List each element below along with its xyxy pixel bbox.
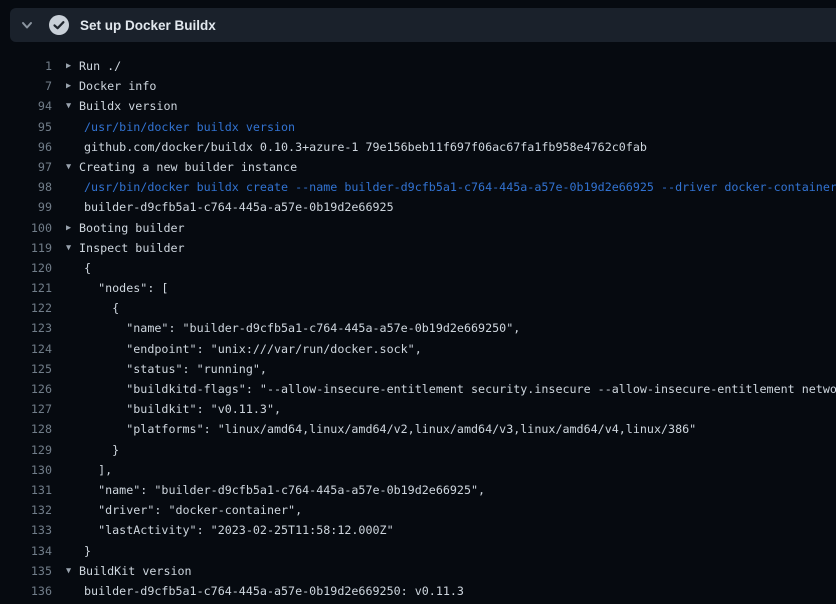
log-line-text: "name": "builder-d9cfb5a1-c764-445a-a57e… [84, 318, 836, 338]
log-line: 94 ▼ Buildx version [0, 96, 836, 116]
log-line: 127 "buildkit": "v0.11.3", [0, 399, 836, 419]
log-line: 132 "driver": "docker-container", [0, 500, 836, 520]
log-line-text: "buildkitd-flags": "--allow-insecure-ent… [84, 379, 836, 399]
log-lines: 1 ▶ Run ./ 7 ▶ Docker info 94 ▼ Buildx v… [0, 42, 836, 604]
log-group-title[interactable]: BuildKit version [79, 561, 836, 581]
chevron-down-icon[interactable] [19, 17, 35, 33]
log-line: 99 builder-d9cfb5a1-c764-445a-a57e-0b19d… [0, 197, 836, 217]
log-line: 98 /usr/bin/docker buildx create --name … [0, 177, 836, 197]
group-toggle-icon[interactable]: ▶ [66, 76, 71, 96]
group-toggle-icon[interactable]: ▶ [66, 218, 71, 238]
log-line-text: { [84, 258, 836, 278]
log-line: 120 { [0, 258, 836, 278]
line-number[interactable]: 131 [0, 480, 52, 500]
group-toggle-icon[interactable]: ▼ [66, 96, 71, 116]
log-group-title[interactable]: Inspect builder [79, 238, 836, 258]
log-line-text: github.com/docker/buildx 0.10.3+azure-1 … [84, 137, 836, 157]
log-line: 100 ▶ Booting builder [0, 218, 836, 238]
line-number[interactable]: 99 [0, 197, 52, 217]
log-line: 131 "name": "builder-d9cfb5a1-c764-445a-… [0, 480, 836, 500]
log-line: 133 "lastActivity": "2023-02-25T11:58:12… [0, 520, 836, 540]
log-line-text: builder-d9cfb5a1-c764-445a-a57e-0b19d2e6… [84, 581, 836, 601]
log-line-text: ], [84, 460, 836, 480]
log-line-text: "platforms": "linux/amd64,linux/amd64/v2… [84, 419, 836, 439]
line-number[interactable]: 100 [0, 218, 52, 238]
log-line-text: /usr/bin/docker buildx create --name bui… [84, 177, 836, 197]
line-number[interactable]: 125 [0, 359, 52, 379]
line-number[interactable]: 7 [0, 76, 52, 96]
log-line-text: "name": "builder-d9cfb5a1-c764-445a-a57e… [84, 480, 836, 500]
line-number[interactable]: 96 [0, 137, 52, 157]
line-number[interactable]: 119 [0, 238, 52, 258]
line-number[interactable]: 128 [0, 419, 52, 439]
log-line-text: "endpoint": "unix:///var/run/docker.sock… [84, 339, 836, 359]
line-number[interactable]: 133 [0, 520, 52, 540]
log-line: 95 /usr/bin/docker buildx version [0, 117, 836, 137]
log-line: 1 ▶ Run ./ [0, 56, 836, 76]
log-group-title[interactable]: Docker info [79, 76, 836, 96]
line-number[interactable]: 95 [0, 117, 52, 137]
line-number[interactable]: 94 [0, 96, 52, 116]
log-line: 129 } [0, 440, 836, 460]
log-line: 136 builder-d9cfb5a1-c764-445a-a57e-0b19… [0, 581, 836, 601]
log-line: 126 "buildkitd-flags": "--allow-insecure… [0, 379, 836, 399]
log-line: 125 "status": "running", [0, 359, 836, 379]
log-group-title[interactable]: Buildx version [79, 96, 836, 116]
log-line-text: "lastActivity": "2023-02-25T11:58:12.000… [84, 520, 836, 540]
log-line-text: /usr/bin/docker buildx version [84, 117, 836, 137]
step-header[interactable]: Set up Docker Buildx [10, 8, 836, 42]
line-number[interactable]: 123 [0, 318, 52, 338]
line-number[interactable]: 132 [0, 500, 52, 520]
line-number[interactable]: 126 [0, 379, 52, 399]
log-line: 96 github.com/docker/buildx 0.10.3+azure… [0, 137, 836, 157]
line-number[interactable]: 129 [0, 440, 52, 460]
line-number[interactable]: 120 [0, 258, 52, 278]
line-number[interactable]: 1 [0, 56, 52, 76]
log-line: 134 } [0, 541, 836, 561]
log-line: 7 ▶ Docker info [0, 76, 836, 96]
line-number[interactable]: 136 [0, 581, 52, 601]
log-line-text: } [84, 541, 836, 561]
log-line-text: "status": "running", [84, 359, 836, 379]
log-line: 123 "name": "builder-d9cfb5a1-c764-445a-… [0, 318, 836, 338]
log-group-title[interactable]: Booting builder [79, 218, 836, 238]
log-line-text: builder-d9cfb5a1-c764-445a-a57e-0b19d2e6… [84, 197, 836, 217]
line-number[interactable]: 98 [0, 177, 52, 197]
log-group-title[interactable]: Run ./ [79, 56, 836, 76]
log-line: 119 ▼ Inspect builder [0, 238, 836, 258]
log-line-text: "buildkit": "v0.11.3", [84, 399, 836, 419]
log-line: 122 { [0, 298, 836, 318]
line-number[interactable]: 135 [0, 561, 52, 581]
log-line-text: } [84, 440, 836, 460]
line-number[interactable]: 97 [0, 157, 52, 177]
log-line-text: "nodes": [ [84, 278, 836, 298]
line-number[interactable]: 127 [0, 399, 52, 419]
line-number[interactable]: 122 [0, 298, 52, 318]
line-number[interactable]: 130 [0, 460, 52, 480]
check-circle-icon [48, 14, 70, 36]
log-line-text: { [84, 298, 836, 318]
step-title: Set up Docker Buildx [80, 18, 216, 33]
log-line: 97 ▼ Creating a new builder instance [0, 157, 836, 177]
line-number[interactable]: 134 [0, 541, 52, 561]
group-toggle-icon[interactable]: ▶ [66, 56, 71, 76]
log-line-text: "driver": "docker-container", [84, 500, 836, 520]
log-line: 135 ▼ BuildKit version [0, 561, 836, 581]
line-number[interactable]: 121 [0, 278, 52, 298]
line-number[interactable]: 124 [0, 339, 52, 359]
log-group-title[interactable]: Creating a new builder instance [79, 157, 836, 177]
log-line: 124 "endpoint": "unix:///var/run/docker.… [0, 339, 836, 359]
group-toggle-icon[interactable]: ▼ [66, 561, 71, 581]
group-toggle-icon[interactable]: ▼ [66, 157, 71, 177]
group-toggle-icon[interactable]: ▼ [66, 238, 71, 258]
log-line: 128 "platforms": "linux/amd64,linux/amd6… [0, 419, 836, 439]
log-line: 121 "nodes": [ [0, 278, 836, 298]
log-line: 130 ], [0, 460, 836, 480]
